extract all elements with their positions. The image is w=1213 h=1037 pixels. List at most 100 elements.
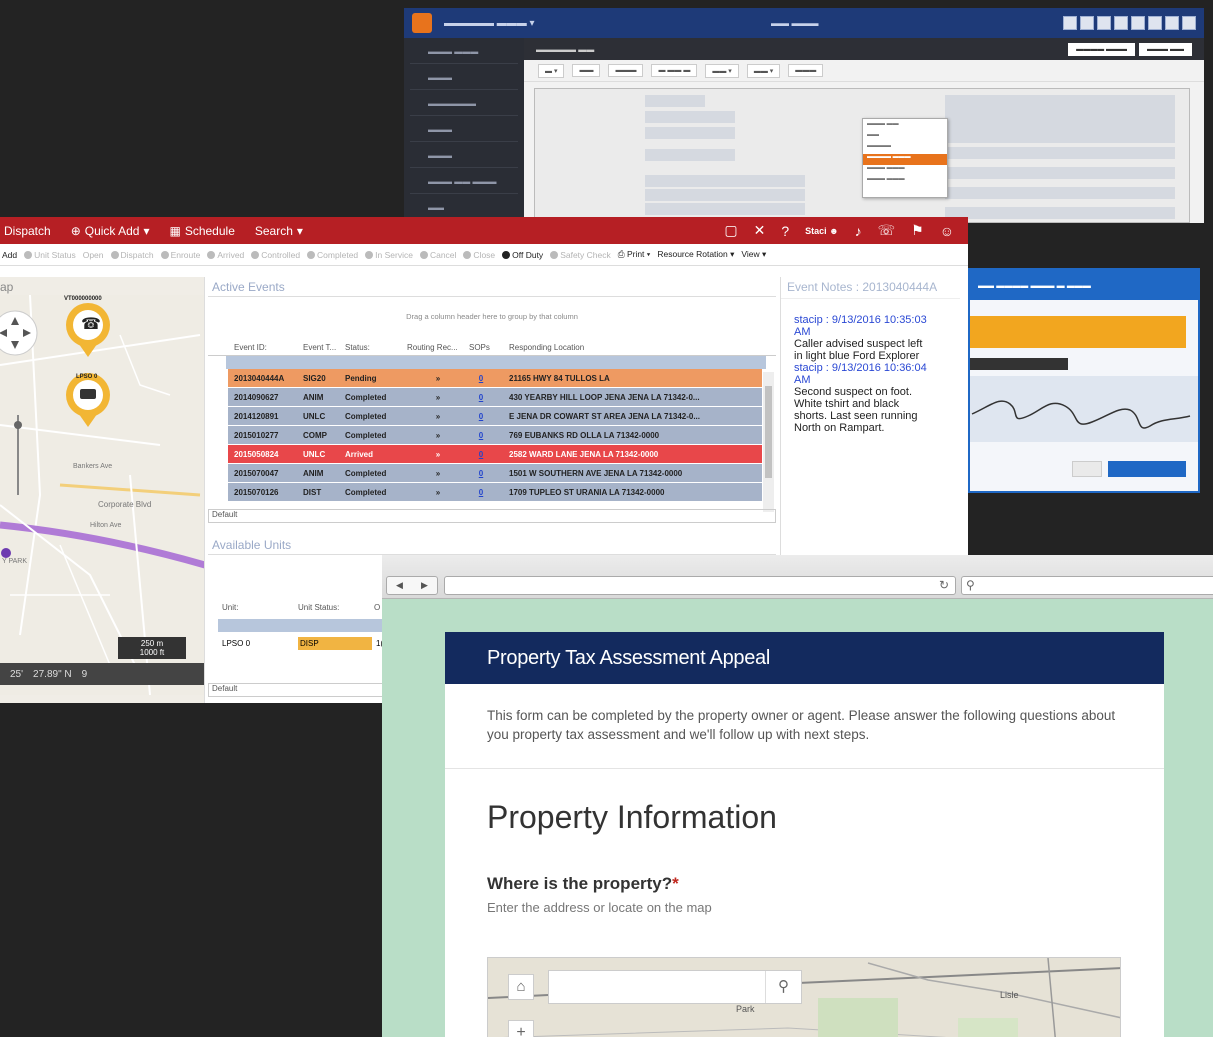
events-footer[interactable]: Default	[208, 509, 776, 523]
toolbar-icon[interactable]	[1097, 16, 1111, 30]
toolbar-icon[interactable]	[1148, 16, 1162, 30]
toolbar-button[interactable]: ▬ ▬▬ ▬	[651, 64, 698, 77]
column-header[interactable]: O	[374, 603, 380, 612]
unit-row[interactable]: LPSO 0 DISP 1(	[222, 635, 383, 651]
menu-item[interactable]: ▬▬▬▬	[867, 143, 943, 154]
form-field[interactable]	[945, 187, 1175, 199]
column-header[interactable]: Unit Status:	[298, 603, 374, 612]
event-row[interactable]: 2015050824 UNLC Arrived » 0 2582 WARD LANE JE…	[228, 445, 762, 464]
sops-link[interactable]: 0	[469, 431, 493, 440]
event-row[interactable]: 2014090627 ANIM Completed » 0 430 YEARBY HILL…	[228, 388, 762, 407]
print-button[interactable]: ⎙ Print ▾	[618, 249, 651, 260]
units-footer[interactable]: Default	[208, 683, 408, 697]
menu-dispatch[interactable]: Dispatch	[4, 224, 51, 238]
completed-button[interactable]: Completed	[307, 250, 358, 260]
event-row[interactable]: 2015010277 COMP Completed » 0 769 EUBANKS RD …	[228, 426, 762, 445]
form-field[interactable]	[945, 95, 1175, 143]
form-field[interactable]	[645, 127, 735, 139]
sops-link[interactable]: 0	[469, 412, 493, 421]
signature-cancel-button[interactable]	[1072, 461, 1102, 477]
column-header[interactable]: Unit:	[222, 603, 298, 612]
toolbar-icon[interactable]	[1080, 16, 1094, 30]
toolbar-icon[interactable]	[1165, 16, 1179, 30]
events-filter-row[interactable]	[226, 356, 766, 369]
sops-link[interactable]: 0	[469, 488, 493, 497]
location-map[interactable]: ⌂ + ⚲ Park Lisle	[487, 957, 1121, 1037]
toolbar-button[interactable]: ▬ ▾	[538, 63, 565, 78]
menu-item[interactable]: ▬▬▬ ▬▬▬	[867, 176, 943, 187]
tab[interactable]: ▬▬▬▬ ▬▬▬	[1068, 42, 1136, 56]
sidebar-item[interactable]: ▬▬▬	[410, 146, 518, 168]
signature-accept-button[interactable]	[1108, 461, 1186, 477]
toolbar-button[interactable]: ▬▬▬	[788, 64, 824, 77]
toolbar-button[interactable]: ▬▬ ▾	[705, 63, 739, 78]
url-bar[interactable]: ↻	[444, 576, 956, 595]
controlled-button[interactable]: Controlled	[251, 250, 300, 260]
form-field[interactable]	[645, 189, 805, 201]
event-row[interactable]: 2015070047 ANIM Completed » 0 1501 W SOUTHERN…	[228, 464, 762, 483]
tools-icon[interactable]: ✕	[754, 222, 766, 239]
close-button[interactable]: Close	[463, 250, 495, 260]
safety-check-button[interactable]: Safety Check	[550, 250, 611, 260]
column-header[interactable]: SOPs	[469, 343, 509, 355]
in-service-button[interactable]: In Service	[365, 250, 413, 260]
toolbar-icon[interactable]	[1063, 16, 1077, 30]
column-header[interactable]: Event T...	[303, 343, 345, 355]
form-field[interactable]	[645, 95, 705, 107]
form-field[interactable]	[645, 175, 805, 187]
zoom-in-icon[interactable]: +	[508, 1020, 534, 1037]
form-field[interactable]	[945, 167, 1175, 179]
menu-quick-add[interactable]: ⊕ Quick Add ▾	[71, 224, 150, 238]
form-field[interactable]	[645, 149, 735, 161]
user-menu[interactable]: Staci ☻	[805, 226, 839, 236]
toolbar-icon[interactable]	[1114, 16, 1128, 30]
tab[interactable]: ▬▬▬ ▬▬	[1139, 42, 1192, 56]
event-row[interactable]: 2015070126 DIST Completed » 0 1709 TUPLEO ST …	[228, 483, 762, 502]
column-header[interactable]: Event ID:	[228, 343, 303, 355]
sops-link[interactable]: 0	[469, 450, 493, 459]
resource-rotation-button[interactable]: Resource Rotation ▾	[657, 249, 734, 260]
back-icon[interactable]: ◀	[387, 577, 412, 594]
sops-link[interactable]: 0	[469, 469, 493, 478]
units-filter-row[interactable]	[218, 619, 398, 632]
sops-link[interactable]: 0	[469, 374, 493, 383]
window-icon[interactable]: ▢	[724, 222, 737, 239]
view-button[interactable]: View ▾	[741, 249, 766, 260]
dispatch-button[interactable]: Dispatch	[110, 250, 154, 260]
sops-link[interactable]: 0	[469, 393, 493, 402]
help-icon[interactable]: ?	[781, 223, 789, 239]
form-field[interactable]	[945, 147, 1175, 159]
browser-search-bar[interactable]: ⚲	[961, 576, 1213, 595]
form-field[interactable]	[645, 111, 735, 123]
scrollbar-thumb[interactable]	[765, 386, 772, 478]
enroute-button[interactable]: Enroute	[160, 250, 200, 260]
unit-status-button[interactable]: Unit Status	[24, 250, 76, 260]
toolbar-icon[interactable]	[1182, 16, 1196, 30]
menu-item[interactable]: ▬▬	[867, 132, 943, 143]
form-field[interactable]	[645, 203, 805, 215]
sidebar-item[interactable]: ▬▬▬	[410, 120, 518, 142]
open-button[interactable]: Open	[83, 250, 104, 260]
sidebar-item[interactable]: ▬▬▬ ▬▬▬	[410, 42, 518, 64]
off-duty-button[interactable]: Off Duty	[502, 250, 543, 260]
cancel-button[interactable]: Cancel	[419, 250, 456, 260]
sidebar-item[interactable]: ▬▬▬▬▬▬	[410, 94, 518, 116]
alert-icon[interactable]: ♪	[855, 223, 862, 239]
sidebar-item[interactable]: ▬▬▬	[410, 68, 518, 90]
column-header[interactable]: Routing Rec...	[407, 343, 469, 355]
forward-icon[interactable]: ▶	[412, 577, 437, 594]
map-canvas[interactable]	[0, 295, 205, 695]
toolbar-icon[interactable]	[1131, 16, 1145, 30]
form-field[interactable]	[945, 207, 1175, 219]
emergency-icon[interactable]: ⚑	[911, 222, 924, 239]
menu-item[interactable]: ▬▬▬ ▬▬	[867, 121, 943, 132]
phone-unit-icon[interactable]: ☎	[81, 314, 101, 334]
event-row[interactable]: 2014120891 UNLC Completed » 0 E JENA DR COWAR…	[228, 407, 762, 426]
menu-item[interactable]: ▬▬▬ ▬▬▬	[867, 165, 943, 176]
signature-pad[interactable]	[970, 376, 1198, 442]
sidebar-item[interactable]: ▬▬▬ ▬▬ ▬▬▬	[410, 172, 518, 194]
toolbar-button[interactable]: ▬▬	[572, 64, 601, 77]
reload-icon[interactable]: ↻	[939, 578, 949, 592]
person-alert-icon[interactable]: ☺	[940, 223, 954, 239]
home-icon[interactable]: ⌂	[508, 974, 534, 1000]
